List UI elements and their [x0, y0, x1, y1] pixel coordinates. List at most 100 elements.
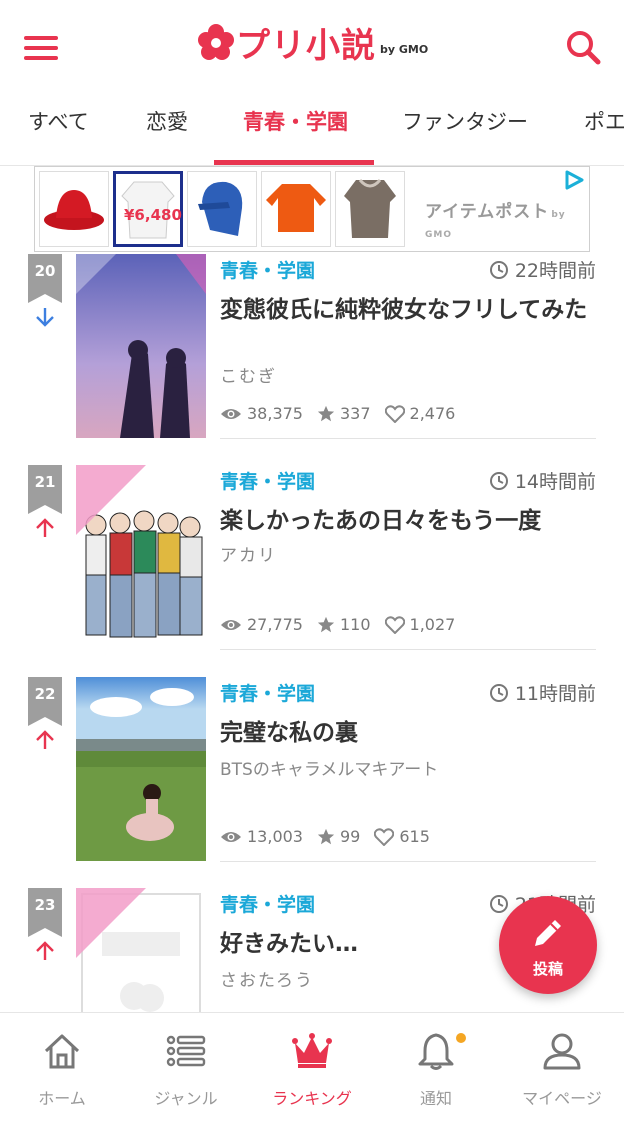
heart-icon	[384, 404, 405, 423]
heart-icon	[374, 827, 395, 846]
search-icon	[567, 31, 601, 65]
cover-image	[76, 254, 206, 438]
clock-icon	[489, 260, 508, 279]
genre-tabs: すべて 恋愛 青春・学園 ファンタジー ポエ	[0, 92, 624, 166]
ad-brand-name: アイテムポスト by GMO	[425, 202, 566, 240]
story-updated-time: 14時間前	[489, 467, 596, 494]
story-thumbnail	[76, 465, 206, 649]
red-hat-image	[44, 190, 104, 230]
trend-up-icon	[36, 730, 54, 749]
orange-jacket-image	[266, 184, 326, 232]
ad-choices-icon[interactable]	[563, 169, 585, 191]
blue-cap-image	[198, 181, 243, 236]
story-genre: 青春・学園	[220, 683, 316, 705]
ranking-item[interactable]: 21 青春・学園 14時間前 楽しかったあの日々をもう一度 アカリ 27,775…	[0, 465, 624, 676]
story-stats: 13,003 99 615	[220, 827, 444, 846]
nav-ranking-label: ランキング	[272, 1089, 352, 1108]
story-title[interactable]: 楽しかったあの日々をもう一度	[220, 505, 592, 537]
menu-button[interactable]	[24, 36, 58, 62]
view-count: 38,375	[220, 404, 303, 423]
story-author[interactable]: BTSのキャラメルマキアート	[220, 755, 438, 780]
ranking-item[interactable]: 22 青春・学園 11時間前 完璧な私の裏 BTSのキャラメルマキアート 13,…	[0, 677, 624, 888]
item-divider	[220, 861, 596, 862]
logo-text: プリ小説	[236, 25, 376, 66]
list-icon	[166, 1035, 206, 1067]
nav-ranking[interactable]: ランキング	[250, 1013, 374, 1122]
ad-product-coat[interactable]	[335, 171, 405, 247]
rank-badge: 23	[28, 888, 62, 937]
notification-badge	[456, 1033, 466, 1043]
story-author[interactable]: さおたろう	[220, 966, 314, 991]
flower-logo-icon	[198, 24, 234, 60]
like-count: 615	[374, 827, 430, 846]
crown-icon	[292, 1033, 332, 1068]
post-button[interactable]: 投稿	[499, 896, 597, 994]
clock-icon	[489, 471, 508, 490]
tab-all[interactable]: すべて	[28, 106, 89, 136]
eye-icon	[221, 619, 241, 630]
user-icon	[543, 1033, 581, 1070]
ad-banner[interactable]: ¥6,480 アイテムポスト by GMO	[34, 166, 590, 252]
item-divider	[220, 438, 596, 439]
search-button[interactable]	[564, 28, 604, 68]
logo-suffix: by GMO	[380, 42, 429, 56]
placeholder-cover-image	[76, 888, 206, 1012]
nav-mypage-label: マイページ	[522, 1089, 602, 1108]
ad-price: ¥6,480	[124, 206, 182, 224]
star-count: 337	[317, 404, 371, 423]
app-header: プリ小説 by GMO	[0, 0, 624, 92]
story-genre: 青春・学園	[220, 894, 316, 916]
star-icon	[317, 405, 335, 421]
like-count: 2,476	[384, 404, 455, 423]
cover-image	[76, 465, 206, 649]
cover-image	[76, 677, 206, 861]
ad-product-jacket-white[interactable]: ¥6,480	[113, 171, 183, 247]
ad-product-orange-jacket[interactable]	[261, 171, 331, 247]
clock-icon	[489, 894, 508, 913]
story-genre: 青春・学園	[220, 471, 316, 493]
story-stats: 38,375 337 2,476	[220, 404, 469, 423]
tab-romance[interactable]: 恋愛	[146, 106, 188, 136]
eye-icon	[221, 831, 241, 842]
pencil-icon	[535, 920, 561, 946]
story-author[interactable]: アカリ	[220, 541, 277, 566]
story-thumbnail	[76, 888, 206, 1012]
nav-notifications[interactable]: 通知	[374, 1013, 498, 1122]
bottom-navigation: ホーム ジャンル ランキング 通知 マイページ	[0, 1012, 624, 1122]
grey-coat-image	[344, 178, 396, 238]
star-count: 99	[317, 827, 360, 846]
story-thumbnail	[76, 254, 206, 438]
heart-icon	[384, 615, 405, 634]
eye-icon	[221, 408, 241, 419]
story-stats: 27,775 110 1,027	[220, 615, 469, 634]
star-icon	[317, 828, 335, 844]
nav-mypage[interactable]: マイページ	[500, 1013, 624, 1122]
item-divider	[220, 649, 596, 650]
menu-icon-bar	[24, 56, 58, 60]
tab-fantasy[interactable]: ファンタジー	[402, 106, 528, 136]
view-count: 13,003	[220, 827, 303, 846]
rank-badge: 22	[28, 677, 62, 726]
tab-poem[interactable]: ポエ	[584, 106, 624, 136]
nav-home[interactable]: ホーム	[0, 1013, 124, 1122]
ad-product-hat[interactable]	[39, 171, 109, 247]
tab-youth-school[interactable]: 青春・学園	[243, 106, 348, 136]
view-count: 27,775	[220, 615, 303, 634]
ranking-item[interactable]: 20 青春・学園 22時間前 変態彼氏に純粋彼女なフリしてみた こむぎ 38,3…	[0, 254, 624, 465]
story-title[interactable]: 変態彼氏に純粋彼女なフリしてみた	[220, 294, 592, 326]
app-logo[interactable]: プリ小説 by GMO	[196, 20, 429, 66]
rank-badge: 20	[28, 254, 62, 303]
trend-up-icon	[36, 518, 54, 537]
home-icon	[44, 1034, 80, 1069]
nav-genre[interactable]: ジャンル	[124, 1013, 248, 1122]
story-title[interactable]: 完璧な私の裏	[220, 717, 592, 749]
story-genre: 青春・学園	[220, 260, 316, 282]
story-updated-time: 22時間前	[489, 256, 596, 283]
post-button-label: 投稿	[532, 960, 563, 978]
story-author[interactable]: こむぎ	[220, 362, 277, 387]
like-count: 1,027	[384, 615, 455, 634]
story-thumbnail	[76, 677, 206, 861]
ad-product-cap[interactable]	[187, 171, 257, 247]
trend-down-icon	[36, 308, 54, 327]
nav-genre-label: ジャンル	[154, 1089, 218, 1108]
